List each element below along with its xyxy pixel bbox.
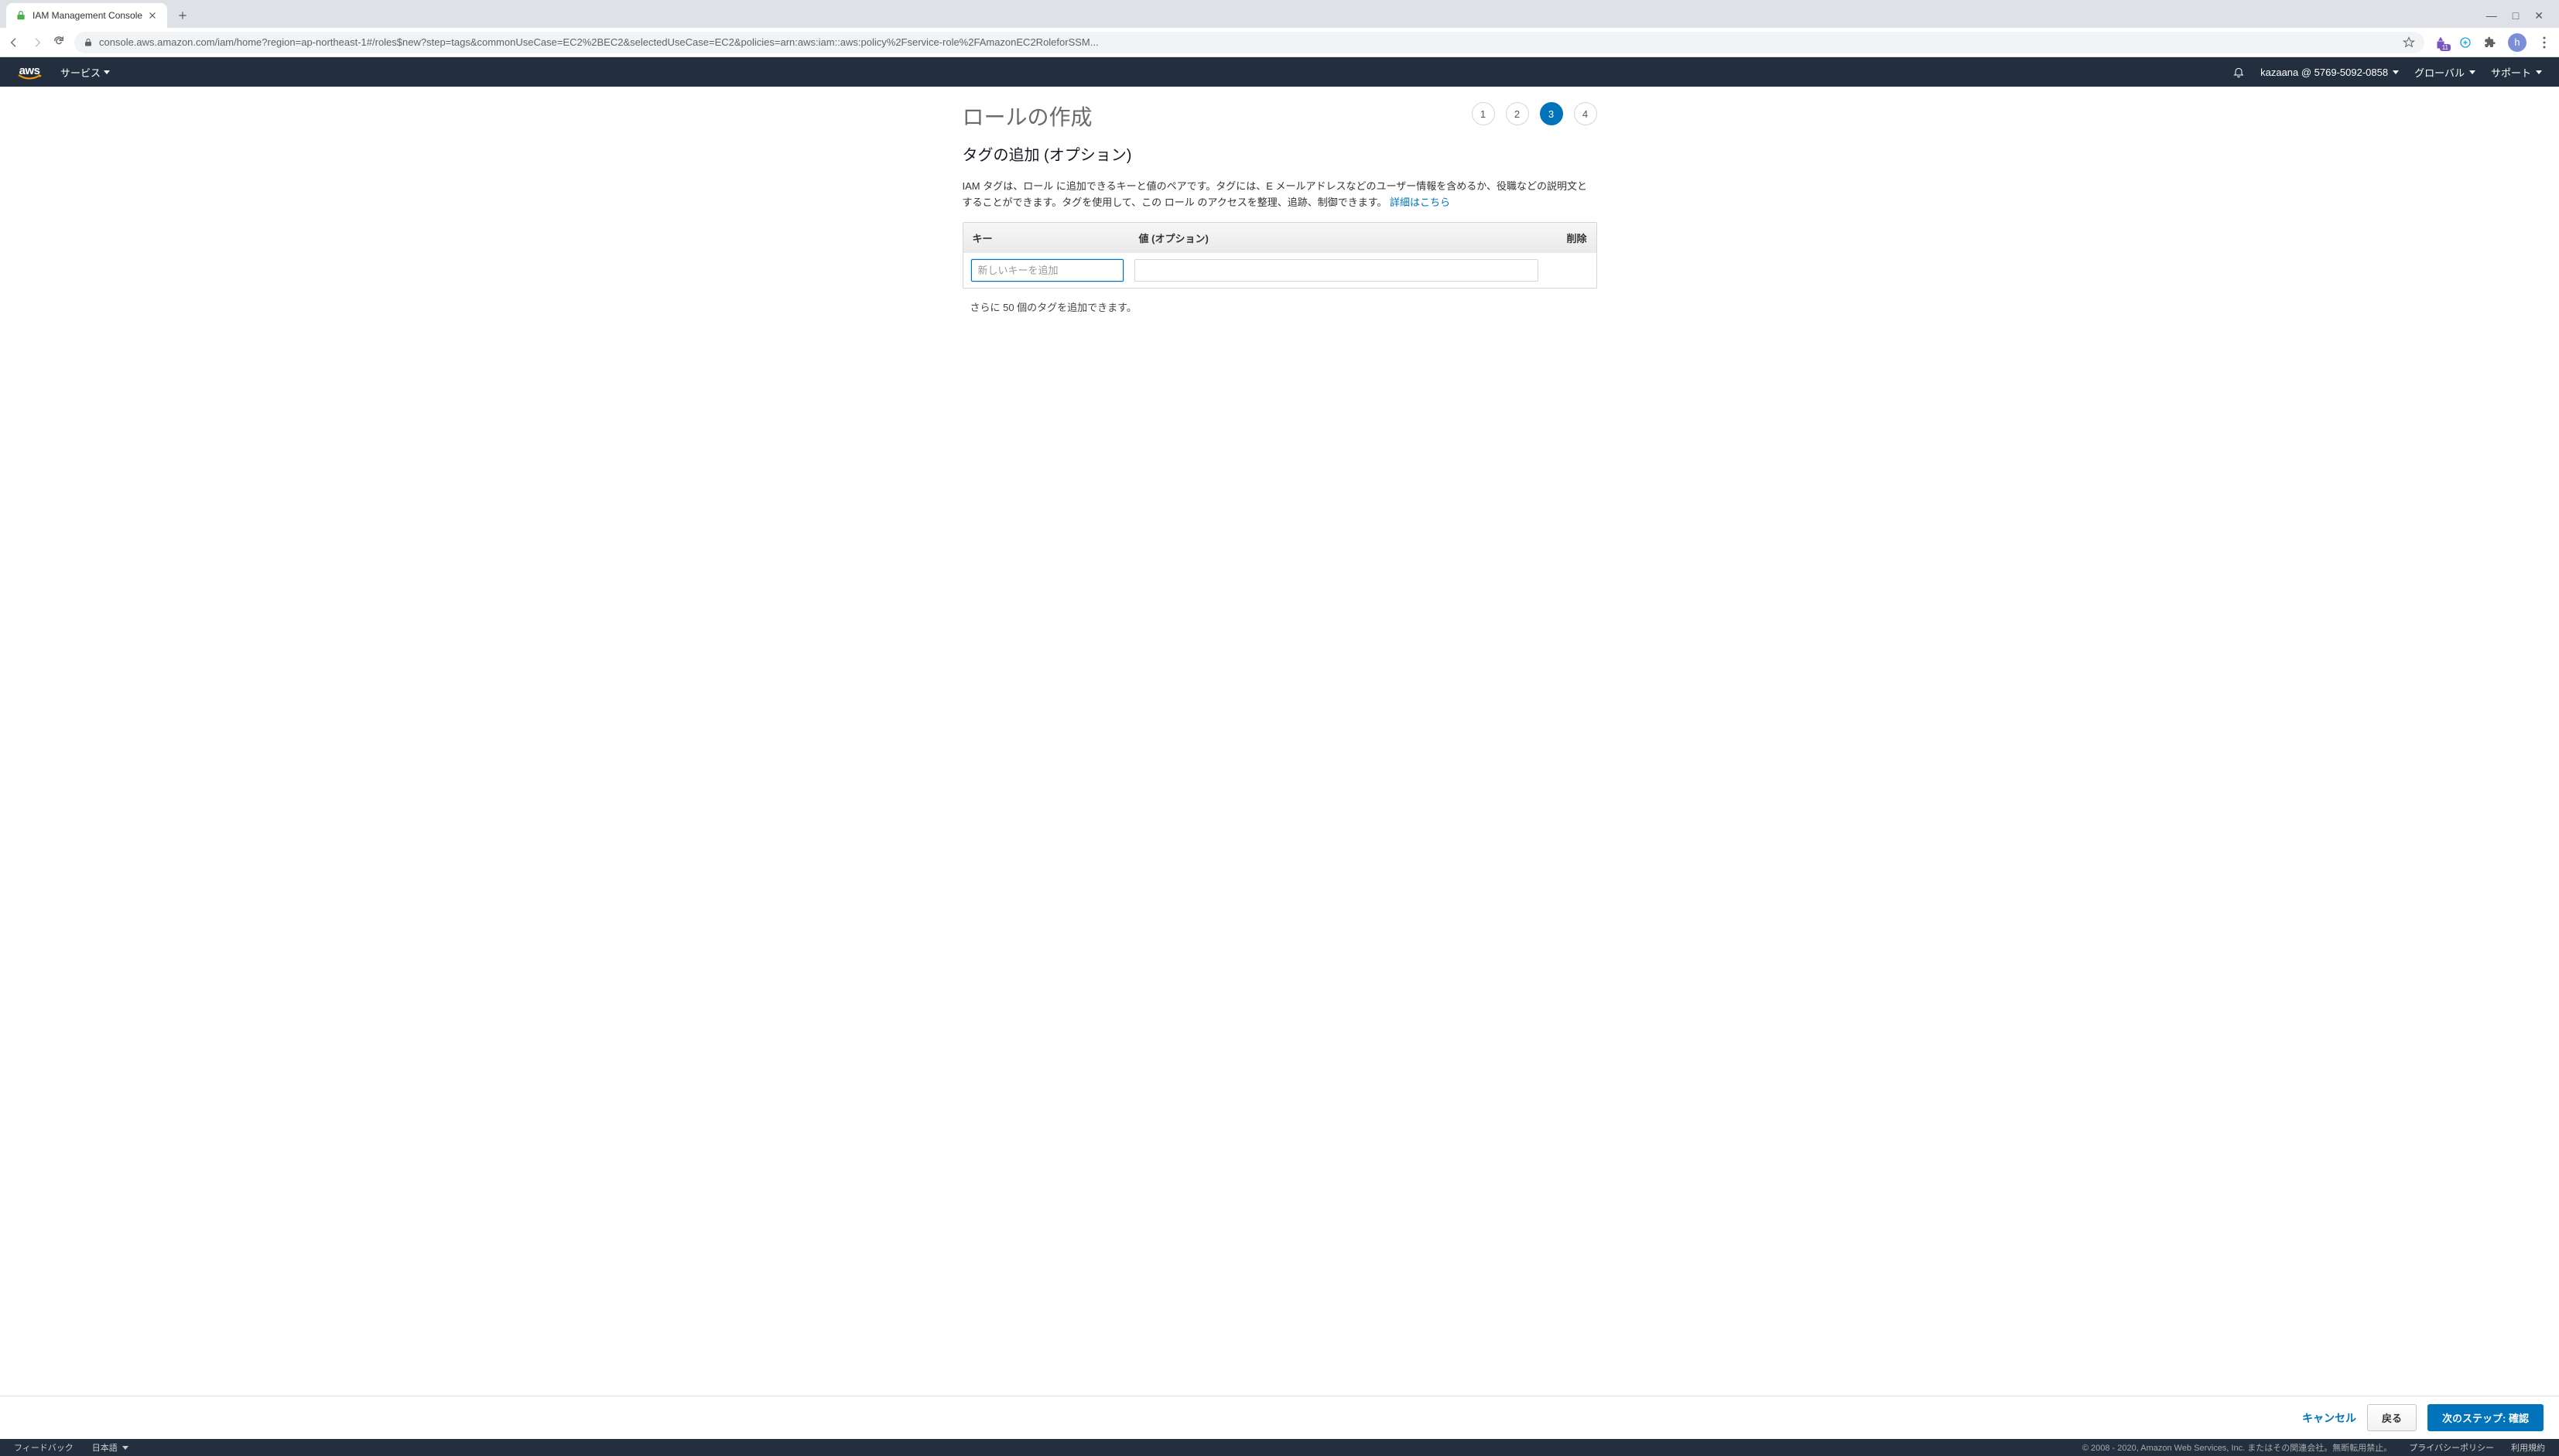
- extension-icon[interactable]: 11: [2434, 36, 2448, 50]
- services-menu[interactable]: サービス: [60, 65, 110, 80]
- page-description: IAM タグは、ロール に追加できるキーと値のペアです。タグには、E メールアド…: [963, 179, 1597, 211]
- step-3[interactable]: 3: [1540, 102, 1563, 125]
- address-bar[interactable]: console.aws.amazon.com/iam/home?region=a…: [74, 32, 2424, 53]
- aws-header: aws サービス kazaana @ 5769-5092-0858 グローバル …: [0, 57, 2559, 87]
- extensions-puzzle-icon[interactable]: [2483, 36, 2497, 50]
- support-menu[interactable]: サポート: [2491, 65, 2542, 80]
- minimize-icon[interactable]: —: [2486, 9, 2497, 22]
- col-delete-header: 削除: [1548, 231, 1587, 245]
- next-button[interactable]: 次のステップ: 確認: [2427, 1404, 2544, 1431]
- step-2[interactable]: 2: [1506, 102, 1529, 125]
- learn-more-link[interactable]: 詳細はこちら: [1390, 197, 1450, 208]
- table-header: キー 値 (オプション) 削除: [963, 223, 1596, 253]
- main-content: ロールの作成 1 2 3 4 タグの追加 (オプション) IAM タグは、ロール…: [0, 87, 2559, 1396]
- col-key-header: キー: [973, 231, 1139, 245]
- maximize-icon[interactable]: □: [2513, 9, 2519, 22]
- window-controls: — □ ✕: [2486, 9, 2553, 22]
- page-subtitle: タグの追加 (オプション): [963, 142, 1597, 165]
- back-button[interactable]: 戻る: [2367, 1404, 2417, 1431]
- extension2-icon[interactable]: [2458, 36, 2472, 50]
- bell-icon[interactable]: [2232, 66, 2245, 78]
- chevron-down-icon: [122, 1446, 128, 1450]
- tags-remaining-text: さらに 50 個のタグを追加できます。: [963, 299, 1597, 314]
- browser-chrome: IAM Management Console — □ ✕ console.aws…: [0, 0, 2559, 57]
- tag-value-input[interactable]: [1134, 259, 1538, 282]
- page-title: ロールの作成: [963, 101, 1093, 132]
- aws-footer: フィードバック 日本語 © 2008 - 2020, Amazon Web Se…: [0, 1439, 2559, 1456]
- page-header: ロールの作成 1 2 3 4: [963, 101, 1597, 132]
- chevron-down-icon: [104, 70, 110, 74]
- profile-avatar[interactable]: h: [2508, 33, 2526, 52]
- wizard-steps: 1 2 3 4: [1472, 102, 1597, 125]
- url-text: console.aws.amazon.com/iam/home?region=a…: [99, 36, 2403, 48]
- tab-strip: IAM Management Console — □ ✕: [0, 0, 2559, 28]
- close-window-icon[interactable]: ✕: [2534, 9, 2544, 22]
- col-value-header: 値 (オプション): [1139, 231, 1548, 245]
- reload-icon[interactable]: [53, 35, 65, 47]
- star-icon[interactable]: [2403, 36, 2415, 49]
- step-4[interactable]: 4: [1574, 102, 1597, 125]
- lock-green-icon: [15, 10, 26, 21]
- copyright-text: © 2008 - 2020, Amazon Web Services, Inc.…: [2082, 1441, 2392, 1454]
- region-menu[interactable]: グローバル: [2414, 65, 2475, 80]
- table-row: [963, 253, 1596, 288]
- forward-icon[interactable]: [31, 36, 43, 49]
- action-bar: キャンセル 戻る 次のステップ: 確認: [0, 1396, 2559, 1439]
- aws-logo[interactable]: aws: [17, 64, 42, 80]
- chevron-down-icon: [2393, 70, 2399, 74]
- lock-icon: [84, 38, 93, 47]
- tag-key-input[interactable]: [971, 259, 1124, 282]
- tag-table: キー 値 (オプション) 削除: [963, 222, 1597, 289]
- back-icon[interactable]: [8, 36, 20, 49]
- account-menu[interactable]: kazaana @ 5769-5092-0858: [2260, 67, 2399, 78]
- step-1[interactable]: 1: [1472, 102, 1495, 125]
- terms-link[interactable]: 利用規約: [2511, 1441, 2545, 1454]
- cancel-button[interactable]: キャンセル: [2302, 1410, 2356, 1426]
- tab-title: IAM Management Console: [33, 10, 142, 21]
- chevron-down-icon: [2469, 70, 2475, 74]
- feedback-link[interactable]: フィードバック: [14, 1441, 74, 1454]
- browser-toolbar: console.aws.amazon.com/iam/home?region=a…: [0, 28, 2559, 57]
- browser-tab[interactable]: IAM Management Console: [6, 3, 167, 28]
- menu-dots-icon[interactable]: [2537, 36, 2551, 50]
- privacy-link[interactable]: プライバシーポリシー: [2409, 1441, 2494, 1454]
- close-icon[interactable]: [147, 10, 158, 21]
- new-tab-button[interactable]: [172, 5, 193, 26]
- aws-smile-icon: [17, 74, 42, 80]
- chevron-down-icon: [2536, 70, 2542, 74]
- language-selector[interactable]: 日本語: [92, 1441, 128, 1454]
